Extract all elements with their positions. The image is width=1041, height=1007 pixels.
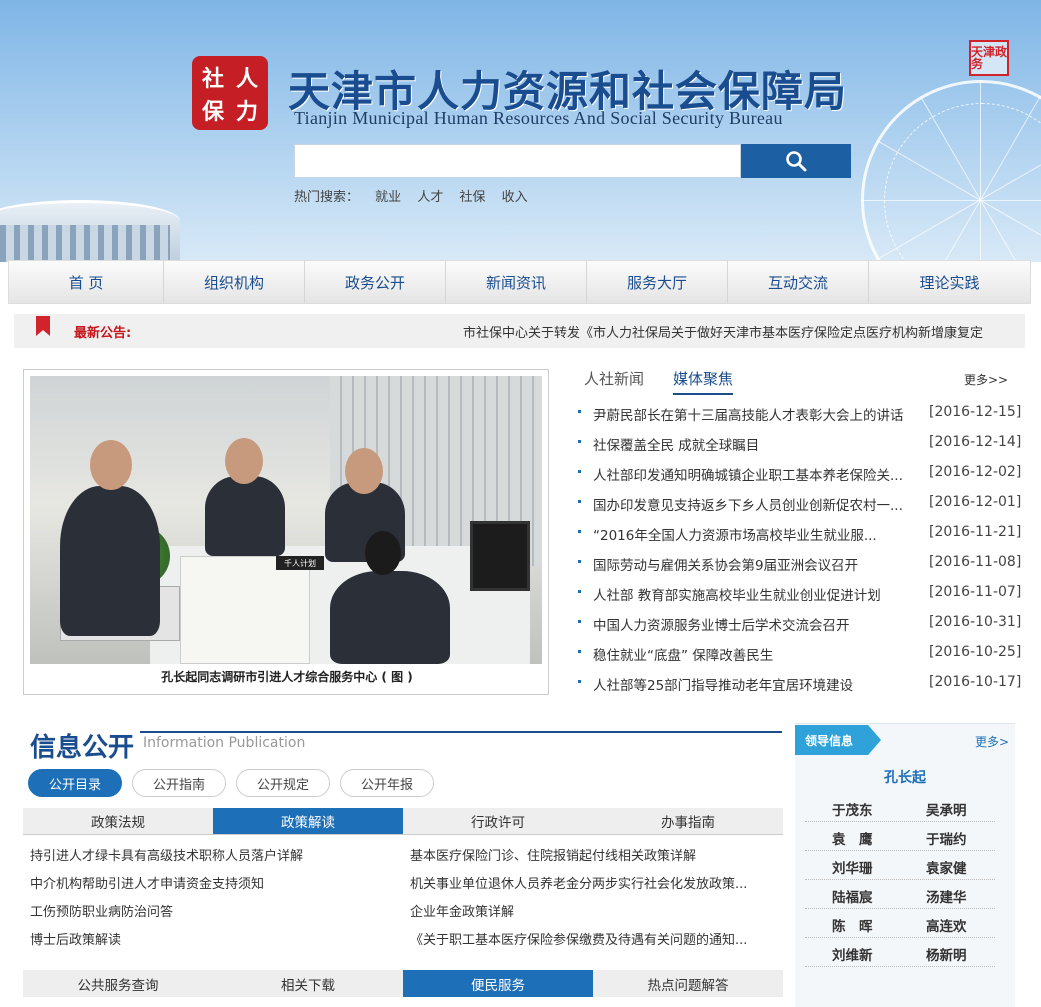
list-item: 于茂东 吴承明 (805, 793, 995, 822)
policy-link[interactable]: 基本医疗保险门诊、住院报销起付线相关政策详解 (410, 845, 760, 864)
site-header: 社 人 保 力 天津市人力资源和社会保障局 Tianjin Municipal … (0, 0, 1041, 262)
list-item[interactable]: 人社部 教育部实施高校毕业生就业创业促进计划 [2016-11-07] (576, 578, 1021, 608)
pill-public-catalog[interactable]: 公开目录 (28, 769, 123, 797)
section-divider (140, 731, 782, 733)
tab-hot-questions[interactable]: 热点问题解答 (593, 970, 783, 997)
hot-term[interactable]: 社保 (459, 190, 485, 205)
search-icon (786, 151, 807, 172)
tab-downloads[interactable]: 相关下载 (213, 970, 403, 997)
tab-convenience-service[interactable]: 便民服务 (403, 970, 593, 997)
news-tabs: 人社新闻 媒体聚焦 更多>> (584, 368, 1020, 396)
search-input[interactable] (294, 144, 741, 178)
leader-chief[interactable]: 孔长起 (795, 767, 1015, 787)
policy-link[interactable]: 《关于职工基本医疗保险参保缴费及待遇有关问题的通知... (410, 929, 760, 948)
hot-term[interactable]: 就业 (375, 190, 401, 205)
notice-label: 最新公告: (74, 326, 132, 341)
tab-policy-regulations[interactable]: 政策法规 (23, 808, 213, 834)
leader-info-panel: 领导信息 更多> 孔长起 于茂东 吴承明 袁 鹰于瑞约 刘华珊 袁家健 陆福宸 汤建华… (795, 723, 1015, 1007)
hot-search-label: 热门搜索： (294, 190, 360, 205)
main-nav: 首 页 组织机构 政务公开 新闻资讯 服务大厅 互动交流 理论实践 (8, 260, 1031, 304)
nav-service-hall[interactable]: 服务大厅 (587, 261, 728, 303)
list-item[interactable]: 人社部印发通知明确城镇企业职工基本养老保险关... [2016-12-02] (576, 458, 1021, 488)
nav-government-affairs[interactable]: 政务公开 (305, 261, 446, 303)
monitor-graphic (470, 521, 530, 591)
photo-caption[interactable]: 孔长起同志调研市引进人才综合服务中心 ( 图 ) (24, 668, 550, 685)
logo-seal[interactable]: 社 人 保 力 (192, 56, 268, 130)
leader-list: 于茂东 吴承明 袁 鹰于瑞约 刘华珊 袁家健 陆福宸 汤建华 陈 晖高连欢 刘维新 杨新… (805, 793, 995, 967)
nav-theory-practice[interactable]: 理论实践 (869, 261, 1030, 303)
section-title: 信息公开 (30, 733, 135, 763)
hot-term[interactable]: 人才 (417, 190, 443, 205)
leader-info-tag: 领导信息 (795, 725, 881, 755)
list-item[interactable]: 国际劳动与雇佣关系协会第9届亚洲会议召开 [2016-11-08] (576, 548, 1021, 578)
ferris-wheel-graphic (861, 80, 1041, 262)
list-item[interactable]: 稳住就业“底盘” 保障改善民生 [2016-10-25] (576, 638, 1021, 668)
section-subtitle: Information Publication (143, 735, 306, 751)
tab-admin-license[interactable]: 行政许可 (403, 808, 593, 834)
list-item[interactable]: 国办印发意见支持返乡下乡人员创业创新促农村一... [2016-12-01] (576, 488, 1021, 518)
photo-sign: 千人计划 (276, 556, 324, 570)
policy-link[interactable]: 工伤预防职业病防治问答 (30, 901, 390, 920)
site-title-en: Tianjin Municipal Human Resources And So… (294, 108, 783, 128)
tab-policy-interpretation[interactable]: 政策解读 (213, 808, 403, 834)
feature-photo-card[interactable]: 千人计划 孔长起同志调研市引进人才综合服务中心 ( 图 ) (23, 369, 549, 695)
leader-more-link[interactable]: 更多> (975, 733, 1009, 750)
list-item[interactable]: 尹蔚民部长在第十三届高技能人才表彰大会上的讲话 [2016-12-15] (576, 398, 1021, 428)
policy-link[interactable]: 机关事业单位退休人员养老金分两步实行社会化发放政策... (410, 873, 760, 892)
hot-search: 热门搜索： 就业 人才 社保 收入 (294, 186, 540, 205)
policy-link[interactable]: 持引进人才绿卡具有高级技术职称人员落户详解 (30, 845, 390, 864)
list-item[interactable]: 人社部等25部门指导推动老年宜居环境建设 [2016-10-17] (576, 668, 1021, 698)
list-item[interactable]: 中国人力资源服务业博士后学术交流会召开 [2016-10-31] (576, 608, 1021, 638)
policy-link[interactable]: 博士后政策解读 (30, 929, 390, 948)
list-item: 陈 晖高连欢 (805, 909, 995, 938)
pill-public-rules[interactable]: 公开规定 (236, 769, 331, 797)
policy-link[interactable]: 中介机构帮助引进人才申请资金支持须知 (30, 873, 390, 892)
nav-home[interactable]: 首 页 (9, 261, 164, 303)
list-item: 刘华珊 袁家健 (805, 851, 995, 880)
tab-service-guide[interactable]: 办事指南 (593, 808, 783, 834)
news-list: 尹蔚民部长在第十三届高技能人才表彰大会上的讲话 [2016-12-15] 社保覆盖… (576, 398, 1021, 698)
hot-term[interactable]: 收入 (502, 190, 528, 205)
pill-public-guide[interactable]: 公开指南 (132, 769, 227, 797)
notice-marquee-link[interactable]: 市社保中心关于转发《市人力社保局关于做好天津市基本医疗保险定点医疗机构新增康复定 (463, 322, 1023, 341)
policy-tabs: 政策法规 政策解读 行政许可 办事指南 (23, 808, 783, 835)
list-item: 袁 鹰于瑞约 (805, 822, 995, 851)
list-item[interactable]: 社保覆盖全民 成就全球瞩目 [2016-12-14] (576, 428, 1021, 458)
policy-link[interactable]: 企业年金政策详解 (410, 901, 760, 920)
tab-media-focus[interactable]: 媒体聚焦 (673, 368, 734, 395)
search-button[interactable] (741, 144, 851, 178)
news-more-link[interactable]: 更多>> (964, 371, 1008, 388)
gov-affairs-seal[interactable]: 天津政务 (969, 40, 1009, 76)
list-item[interactable]: “2016年全国人力资源市场高校毕业生就业服... [2016-11-21] (576, 518, 1021, 548)
nav-interaction[interactable]: 互动交流 (728, 261, 869, 303)
notice-bar: 最新公告: 市社保中心关于转发《市人力社保局关于做好天津市基本医疗保险定点医疗机… (14, 314, 1025, 348)
nav-news[interactable]: 新闻资讯 (446, 261, 587, 303)
bookmark-icon (36, 316, 50, 336)
tab-hr-news[interactable]: 人社新闻 (584, 368, 644, 389)
list-item: 刘维新 杨新明 (805, 938, 995, 967)
list-item: 陆福宸 汤建华 (805, 880, 995, 909)
pill-annual-report[interactable]: 公开年报 (340, 769, 435, 797)
tab-public-service-query[interactable]: 公共服务查询 (23, 970, 213, 997)
nav-organization[interactable]: 组织机构 (164, 261, 305, 303)
service-tabs: 公共服务查询 相关下载 便民服务 热点问题解答 (23, 970, 783, 997)
feature-photo[interactable]: 千人计划 (30, 376, 542, 664)
info-pill-tabs: 公开目录 公开指南 公开规定 公开年报 (28, 769, 435, 797)
